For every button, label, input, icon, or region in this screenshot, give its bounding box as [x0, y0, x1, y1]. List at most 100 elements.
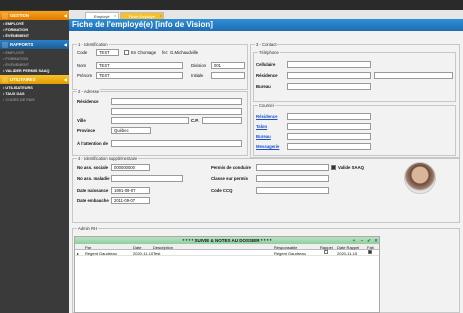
courriel-talon-field[interactable]	[287, 123, 371, 130]
sidebar-section-label: RAPPORTS	[10, 42, 34, 47]
chomage-checkbox[interactable]	[124, 50, 129, 55]
nam-label: No ass. maladie	[77, 176, 110, 181]
initiale-label: Initiale	[191, 73, 204, 78]
legend: 1 - Identification	[77, 42, 109, 47]
nom-label: Nom	[77, 63, 87, 68]
close-icon[interactable]: ✕	[114, 14, 117, 18]
nom-field[interactable]: TEST	[96, 62, 183, 69]
nas-label: No ass. sociale	[77, 165, 109, 170]
cell-date: 2020-11-10	[133, 251, 154, 256]
tab-label: Employé	[94, 14, 110, 19]
cp-field[interactable]	[202, 117, 242, 124]
table-row[interactable]: ▸ Régent Gaudreau 2020-11-10 Test Régent…	[75, 250, 379, 256]
notes-grid: * * * * SUIVIE & NOTES AU DOSSIER * * * …	[74, 236, 380, 313]
sidebar: GESTION ◀ EMPLOYÉ FORMATION ÉVÉNEMENT RA…	[0, 10, 69, 313]
employee-photo[interactable]	[404, 162, 436, 194]
cp-label: C.P.	[191, 118, 199, 123]
permis-label: Permis de conduire	[211, 165, 251, 170]
tel-residence-field[interactable]	[287, 72, 371, 79]
cellulaire-label: Cellulaire	[256, 62, 276, 67]
tools-icon	[2, 76, 8, 83]
embauche-label: Date embauche	[77, 198, 109, 203]
legend: Courriel	[258, 103, 275, 108]
sidebar-section-utilitaires[interactable]: UTILITAIRES ◀	[0, 75, 69, 84]
naissance-field[interactable]: 1991-09-07	[111, 187, 150, 194]
province-label: Province	[77, 128, 96, 133]
cell-date-rappel: 2020-11-15	[337, 251, 358, 256]
code-label: Code	[77, 50, 88, 55]
close-icon[interactable]: ✕	[373, 238, 379, 243]
residence-label: Résidence	[77, 99, 99, 104]
embauche-field[interactable]: 2011-09-07	[111, 197, 150, 204]
valide-saaq-label: Valide SAAQ	[338, 165, 365, 170]
courriel-talon-link[interactable]: Talon	[256, 124, 267, 129]
ville-field[interactable]	[111, 117, 189, 124]
sidebar-section-label: UTILITAIRES	[10, 77, 36, 82]
top-bar	[0, 0, 463, 10]
cell-par: Régent Gaudreau	[85, 251, 117, 256]
cellulaire-field[interactable]	[287, 61, 371, 68]
sidebar-section-gestion[interactable]: GESTION ◀	[0, 11, 69, 20]
sidebar-section-rapports[interactable]: RAPPORTS ◀	[0, 40, 69, 49]
bureau-label: Bureau	[256, 84, 271, 89]
attention-label: À l'attention de	[77, 141, 108, 146]
ccq-field[interactable]	[256, 187, 329, 194]
courriel-bureau-link[interactable]: Bureau	[256, 134, 271, 139]
courriel-messagerie-field[interactable]	[287, 143, 371, 150]
permis-field[interactable]	[256, 164, 329, 171]
cell-description: Test	[153, 251, 161, 256]
sidebar-item-evenement[interactable]: ÉVÉNEMENT	[0, 33, 69, 39]
prenom-field[interactable]: TEST	[96, 72, 183, 79]
code-field[interactable]: TEST	[96, 49, 119, 56]
rappel-checkbox[interactable]	[324, 250, 328, 254]
legend: Téléphone	[258, 50, 280, 55]
bureau-field[interactable]	[287, 83, 371, 90]
classe-field[interactable]	[256, 175, 329, 182]
save-icon[interactable]: ✔	[366, 238, 372, 243]
tab-bar: Employé ✕ Fiche Employé ✕	[69, 10, 463, 19]
tel-residence-label: Résidence	[256, 73, 278, 78]
close-icon[interactable]: ✕	[160, 14, 163, 18]
main-window: Employé ✕ Fiche Employé ✕ Fiche de l'emp…	[69, 10, 463, 313]
sidebar-item-codes-paie[interactable]: CODES DE PAIE	[0, 97, 69, 103]
ville-label: Ville	[77, 118, 86, 123]
courriel-bureau-field[interactable]	[287, 133, 371, 140]
tab-fiche-employe[interactable]: Fiche Employé ✕	[119, 12, 165, 19]
grid-title: * * * * SUIVIE & NOTES AU DOSSIER * * * …	[75, 237, 379, 244]
division-label: Division	[191, 63, 207, 68]
remove-icon[interactable]: −	[359, 238, 365, 243]
chevron-left-icon: ◀	[63, 77, 67, 82]
classe-label: Classe sur permis	[211, 176, 249, 181]
row-indicator-icon: ▸	[77, 251, 80, 256]
legend: Admin RH	[77, 226, 99, 231]
chomage-label: En Chomage	[131, 50, 157, 55]
sidebar-item-valider-permis[interactable]: VALIDER PERMIS SAAQ	[0, 68, 69, 74]
fait-checkbox[interactable]	[368, 250, 372, 254]
chevron-left-icon: ◀	[63, 13, 67, 18]
province-field[interactable]: Québec	[111, 127, 151, 134]
gestion-icon	[2, 12, 8, 19]
residence-field-1[interactable]	[111, 98, 242, 105]
courriel-messagerie-link[interactable]: Messagerie	[256, 144, 279, 149]
fer-value: G.Michaudville	[170, 50, 199, 55]
courriel-residence-link[interactable]: Résidence	[256, 114, 278, 119]
division-field[interactable]: 001	[211, 62, 245, 69]
initiale-field[interactable]	[211, 72, 245, 79]
prenom-label: Prénom	[77, 73, 93, 78]
nam-field[interactable]	[111, 175, 183, 182]
courriel-residence-field[interactable]	[287, 113, 371, 120]
valide-saaq-checkbox[interactable]	[331, 165, 336, 170]
tel-residence-extra-field[interactable]	[374, 72, 453, 79]
naissance-label: Date naissance	[77, 188, 109, 193]
tab-label: Fiche Employé	[128, 14, 156, 19]
tab-employe[interactable]: Employé ✕	[85, 12, 119, 19]
residence-field-2[interactable]	[111, 108, 242, 115]
report-icon	[2, 41, 8, 48]
ccq-label: Code CCQ	[211, 188, 233, 193]
nas-field[interactable]: 000000000	[111, 164, 150, 171]
add-icon[interactable]: +	[351, 238, 357, 243]
cell-responsable: Régent Gaudreau	[274, 251, 306, 256]
attention-field[interactable]	[111, 140, 242, 147]
legend: 2 - Adresse	[77, 89, 101, 94]
page-title: Fiche de l'employé(e) [info de Vision]	[69, 19, 463, 31]
